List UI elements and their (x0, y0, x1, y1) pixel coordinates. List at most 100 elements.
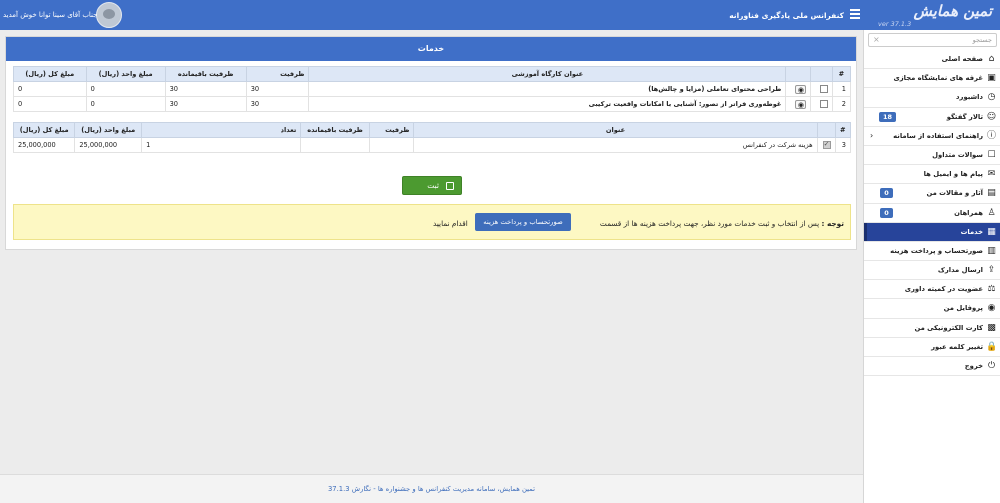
sidebar-item-invoice[interactable]: ▥ صورتحساب و پرداخت هزینه (864, 242, 1000, 262)
sidebar-item-label: سوالات متداول (932, 150, 983, 159)
sidebar-item-label: پیام ها و ایمیل ها (923, 170, 983, 179)
column-header-select (816, 122, 836, 138)
companions-icon: ♙ (987, 207, 996, 218)
sidebar-item-document[interactable]: ▤ آثار و مقالات من 0 (864, 184, 1000, 204)
sidebar-item-label: خدمات (960, 227, 983, 236)
invoice-icon: ▥ (987, 245, 996, 256)
total-cell: 0 (13, 96, 87, 112)
sidebar-item-label: راهنمای استفاده از سامانه (893, 131, 983, 140)
sidebar-item-logout[interactable]: ⏻ خروج (864, 357, 1000, 377)
sidebar-item-lock[interactable]: 🔒 تغییر کلمه عبور (864, 338, 1000, 357)
sidebar-item-label: تالار گفتگو (946, 112, 983, 121)
message-icon: ✉ (987, 169, 996, 180)
sidebar-item-home[interactable]: ⌂ صفحه اصلی (864, 50, 1000, 70)
sidebar-item-label: همراهان (954, 208, 983, 217)
sidebar: × جستجو ⌂ صفحه اصلی ▣ غرفه های نمایشگاه مجا… (863, 30, 1000, 503)
top-bar: تمین همایش ver 37.1.3 کنفرانس ملی یادگیر… (0, 0, 1000, 30)
submit-label: ثبت (427, 181, 439, 190)
column-header-view (785, 66, 812, 82)
sidebar-item-upload[interactable]: ⇪ ارسال مدارک (864, 261, 1000, 281)
sidebar-item-label: عضویت در کمیته داوری (904, 285, 983, 294)
sidebar-item-message[interactable]: ✉ پیام ها و ایمیل ها (864, 165, 1000, 185)
search-input[interactable]: × جستجو (868, 33, 997, 47)
sidebar-nav: ⌂ صفحه اصلی ▣ غرفه های نمایشگاه مجازی ◷ داشبو… (864, 50, 1000, 377)
document-icon: ▤ (987, 188, 996, 199)
column-header-index: # (834, 122, 852, 138)
unit-price-cell: 25,000,000 (74, 137, 143, 153)
services-panel: خدمات # عنوان کارگاه آموزشی ظرفیت ظرفیت … (5, 36, 857, 250)
sidebar-item-companions[interactable]: ♙ همراهان 0 (864, 204, 1000, 223)
notice-after: اقدام نمایید (433, 219, 468, 228)
column-header-unit-price: مبلغ واحد (ریال) (74, 122, 143, 138)
app-logo[interactable]: تمین همایش ver 37.1.3 (872, 2, 993, 28)
fees-table: # عنوان ظرفیت ظرفیت باقیمانده تعداد مبلغ… (12, 122, 852, 153)
page-title: خدمات (6, 37, 856, 61)
fee-checkbox[interactable] (822, 140, 831, 149)
sidebar-item-label: داشبورد (956, 93, 983, 102)
chat-icon: ☐ (987, 149, 996, 160)
column-header-select (810, 66, 833, 82)
home-icon: ⌂ (988, 54, 995, 64)
unit-price-cell: 0 (85, 96, 166, 112)
sidebar-item-label: ارسال مدارک (937, 266, 983, 275)
version-label: ver 37.1.3 (878, 20, 912, 28)
submit-button[interactable]: ثبت (402, 176, 462, 195)
remaining-cell: 30 (164, 96, 247, 112)
column-header-title: عنوان (413, 122, 818, 138)
card-icon: ▩ (987, 322, 996, 333)
lock-icon: 🔒 (986, 341, 998, 352)
workshop-checkbox[interactable] (819, 85, 828, 93)
logo-text: تمین همایش (913, 2, 993, 20)
sidebar-item-label: غرفه های نمایشگاه مجازی (893, 74, 984, 83)
total-cell: 0 (13, 81, 87, 97)
dashboard-icon: ◷ (987, 92, 996, 103)
unit-price-cell: 0 (85, 81, 166, 97)
hamburger-menu-icon[interactable] (850, 9, 860, 19)
remaining-cell (300, 137, 370, 153)
capacity-cell: 30 (245, 96, 310, 112)
sidebar-item-dashboard[interactable]: ◷ داشبورد (864, 88, 1000, 108)
workshop-title: غوطه‌وری فراتر از تصور: آشنایی با امکانا… (308, 96, 787, 112)
row-index: 2 (831, 96, 852, 112)
committee-icon: ⚖ (987, 284, 996, 295)
eye-icon[interactable]: ◉ (795, 99, 807, 109)
sidebar-item-committee[interactable]: ⚖ عضویت در کمیته داوری (864, 280, 1000, 300)
notice-text: توجه : پس از انتخاب و ثبت خدمات مورد نظر… (600, 219, 844, 228)
count-cell: 1 (141, 137, 302, 153)
sidebar-item-label: خروج (964, 362, 983, 370)
count-badge: 0 (880, 207, 893, 218)
capacity-cell: 30 (245, 81, 310, 97)
count-badge: 18 (879, 111, 896, 122)
footer-link[interactable]: تمین همایش، سامانه مدیریت کنفرانس ها و ج… (0, 485, 863, 493)
column-header-count: تعداد (141, 122, 302, 138)
capacity-cell (368, 137, 415, 153)
info-icon: ⓘ (986, 130, 996, 141)
sidebar-item-label: صورتحساب و پرداخت هزینه (890, 246, 983, 255)
profile-icon: ◉ (987, 303, 996, 314)
sidebar-item-profile[interactable]: ◉ پروفایل من (864, 299, 1000, 319)
user-icon: ☺ (986, 111, 997, 122)
sidebar-item-exhibition[interactable]: ▣ غرفه های نمایشگاه مجازی (864, 69, 1000, 89)
invoice-payment-button[interactable]: صورتحساب و پرداخت هزینه (475, 213, 571, 231)
sidebar-item-card[interactable]: ▩ کارت الکترونیکی من (864, 319, 1000, 338)
avatar[interactable] (96, 2, 122, 28)
sidebar-item-label: صفحه اصلی (941, 55, 983, 63)
workshop-title: طراحی محتوای تعاملی (مزایا و چالش‌ها) (308, 81, 787, 97)
sidebar-item-chat[interactable]: ☐ سوالات متداول (864, 146, 1000, 166)
column-header-title: عنوان کارگاه آموزشی (308, 66, 787, 82)
clear-icon[interactable]: × (873, 35, 880, 44)
remaining-cell: 30 (164, 81, 247, 97)
eye-icon[interactable]: ◉ (795, 84, 807, 94)
sidebar-item-info[interactable]: ⓘ راهنمای استفاده از سامانه › (864, 127, 1000, 146)
upload-icon: ⇪ (987, 265, 996, 276)
notice-box: توجه : پس از انتخاب و ثبت خدمات مورد نظر… (13, 204, 851, 240)
sidebar-item-label: پروفایل من (943, 304, 983, 313)
sidebar-item-label: آثار و مقالات من (926, 189, 983, 198)
sidebar-item-label: تغییر کلمه عبور (931, 342, 983, 351)
sidebar-item-user[interactable]: ☺ تالار گفتگو 18 (864, 108, 1000, 127)
workshop-checkbox[interactable] (819, 100, 828, 108)
column-header-capacity: ظرفیت (368, 122, 415, 138)
total-cell: 25,000,000 (12, 137, 76, 153)
sidebar-item-services[interactable]: ▦ خدمات (864, 222, 1000, 242)
table-row: 3 هزینه شرکت در کنفرانس 1 25,000,000 25,… (12, 137, 852, 153)
